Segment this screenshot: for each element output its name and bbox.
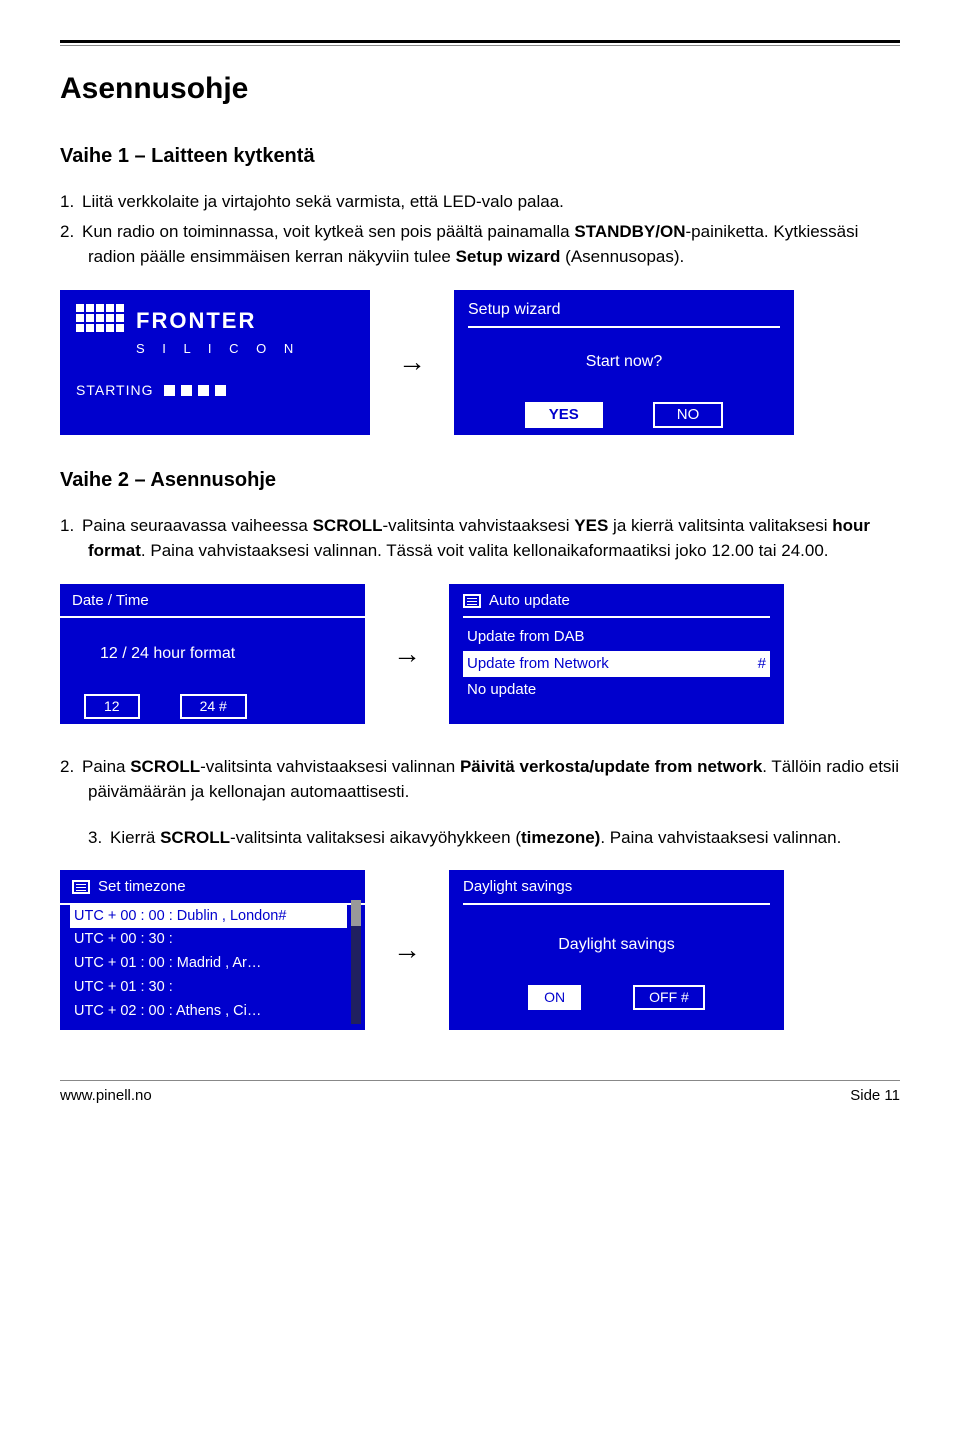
row-boot-wizard: FRONTER S I L I C O N STARTING → Setup w…	[60, 290, 900, 435]
update-dab[interactable]: Update from DAB	[463, 624, 770, 651]
tz-row-4[interactable]: UTC + 02 : 00 : Athens , Ci…	[70, 1000, 347, 1024]
footer: www.pinell.no Side 11	[60, 1080, 900, 1108]
screen-auto-update: Auto update Update from DAB Update from …	[449, 584, 784, 724]
tz-row-0[interactable]: UTC + 00 : 00 : Dublin , London#	[70, 905, 347, 929]
screen-setup-wizard: Setup wizard Start now? YES NO	[454, 290, 794, 435]
list-icon	[463, 594, 481, 608]
step2-list: 1.Paina seuraavassa vaiheessa SCROLL-val…	[60, 513, 900, 564]
option-12[interactable]: 12	[84, 694, 140, 719]
progress-squares-icon	[164, 385, 226, 396]
screen-boot: FRONTER S I L I C O N STARTING	[60, 290, 370, 435]
update-none[interactable]: No update	[463, 677, 770, 704]
daylight-off[interactable]: OFF #	[633, 985, 705, 1010]
screen-date-time: Date / Time 12 / 24 hour format 12 24 #	[60, 584, 365, 724]
arrow-right-icon: →	[398, 341, 426, 383]
screen-daylight-savings: Daylight savings Daylight savings ON OFF…	[449, 870, 784, 1030]
tz-row-1[interactable]: UTC + 00 : 30 :	[70, 928, 347, 952]
arrow-right-icon: →	[393, 929, 421, 971]
footer-url[interactable]: www.pinell.no	[60, 1085, 152, 1108]
tz-row-3[interactable]: UTC + 01 : 30 :	[70, 976, 347, 1000]
step2-heading: Vaihe 2 – Asennusohje	[60, 465, 900, 495]
row-datetime-update: Date / Time 12 / 24 hour format 12 24 # …	[60, 584, 900, 724]
footer-page: Side 11	[850, 1085, 900, 1108]
logo-text: FRONTER S I L I C O N	[136, 304, 300, 359]
header-rule	[60, 40, 900, 46]
step1-heading: Vaihe 1 – Laitteen kytkentä	[60, 141, 900, 171]
starting-label: STARTING	[76, 380, 354, 401]
update-network[interactable]: Update from Network#	[463, 651, 770, 678]
logo-dots-icon	[76, 304, 124, 332]
daylight-on[interactable]: ON	[528, 985, 581, 1010]
tail-li2: 2.Paina SCROLL-valitsinta vahvistaaksesi…	[60, 754, 900, 805]
yes-button[interactable]: YES	[525, 402, 603, 429]
list-icon	[72, 880, 90, 894]
tail-li3: 3.Kierrä SCROLL-valitsinta valitaksesi a…	[60, 825, 900, 851]
scrollbar[interactable]	[351, 900, 361, 1024]
arrow-right-icon: →	[393, 633, 421, 675]
no-button[interactable]: NO	[653, 402, 724, 429]
option-24[interactable]: 24 #	[180, 694, 247, 719]
screen-set-timezone: Set timezone UTC + 00 : 00 : Dublin , Lo…	[60, 870, 365, 1030]
tail-list: 2.Paina SCROLL-valitsinta vahvistaaksesi…	[60, 754, 900, 805]
step2-li1: 1.Paina seuraavassa vaiheessa SCROLL-val…	[60, 513, 900, 564]
row-tz-daylight: Set timezone UTC + 00 : 00 : Dublin , Lo…	[60, 870, 900, 1030]
page-title: Asennusohje	[60, 66, 900, 111]
tz-row-2[interactable]: UTC + 01 : 00 : Madrid , Ar…	[70, 952, 347, 976]
step1-li2: 2.Kun radio on toiminnassa, voit kytkeä …	[60, 219, 900, 270]
step1-li1: 1.Liitä verkkolaite ja virtajohto sekä v…	[60, 189, 900, 215]
step1-list: 1.Liitä verkkolaite ja virtajohto sekä v…	[60, 189, 900, 270]
